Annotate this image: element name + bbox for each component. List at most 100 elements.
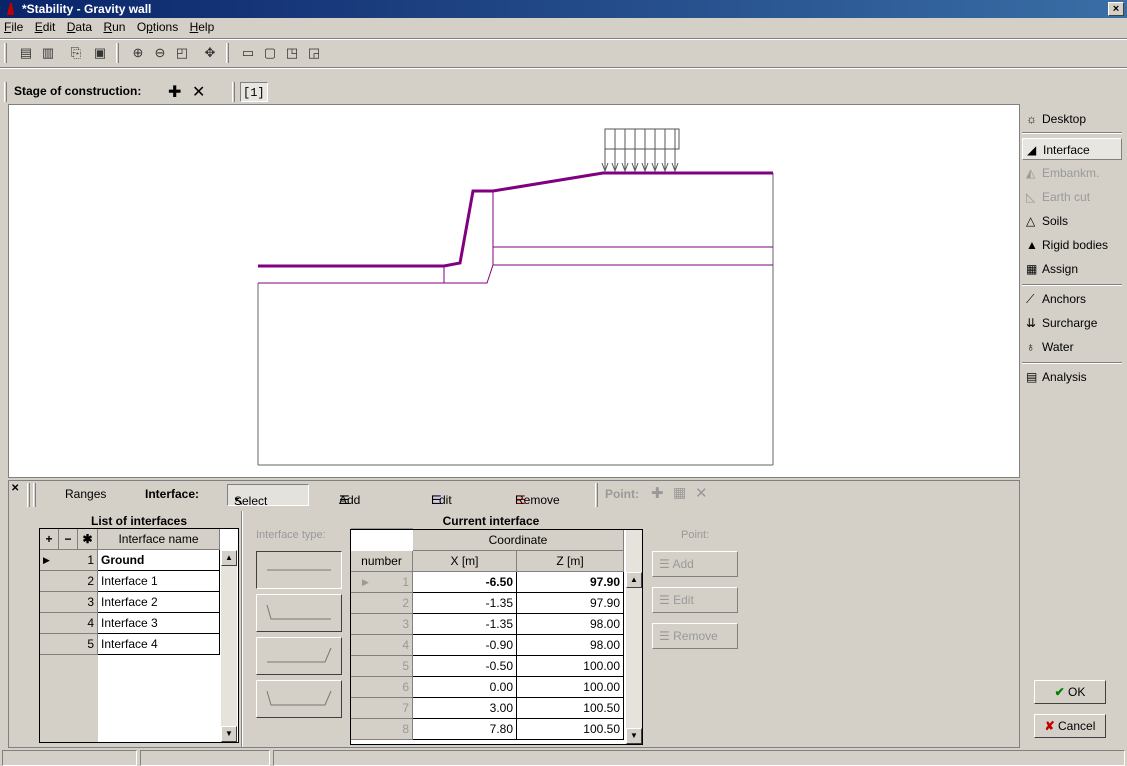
coord-z-cell[interactable]: 98.00	[517, 614, 624, 635]
menu-options[interactable]: Options	[133, 18, 182, 36]
table-row-header[interactable]: 4	[40, 613, 98, 634]
zoom-prev-icon[interactable]: ◳	[282, 44, 302, 62]
table-row[interactable]: Interface 3	[98, 613, 220, 634]
pan-icon[interactable]: ✥	[200, 44, 220, 62]
paste-icon[interactable]: ▣	[90, 44, 110, 62]
rp-rigid-bodies[interactable]: ▲ Rigid bodies	[1022, 234, 1122, 256]
scroll-up-icon[interactable]: ▲	[626, 572, 642, 588]
zoom-window-icon[interactable]: ◰	[172, 44, 192, 62]
menu-edit[interactable]: Edit	[31, 18, 60, 36]
delete-row-icon[interactable]: −	[59, 529, 78, 550]
add-button[interactable]: ☰ Add	[333, 484, 360, 507]
table-row-header[interactable]: ▶ 1	[40, 550, 98, 571]
coord-row-header[interactable]: 7	[351, 698, 413, 719]
coord-x-cell[interactable]: 3.00	[413, 698, 517, 719]
close-button[interactable]: ×	[1108, 2, 1124, 16]
remove-button[interactable]: ☰ Remove	[509, 484, 560, 507]
point-edit-icon: ▦	[673, 484, 687, 500]
flat-line-icon	[267, 569, 331, 571]
coord-row-header[interactable]: 2	[351, 593, 413, 614]
scroll-up-icon[interactable]: ▲	[221, 550, 237, 566]
menu-run[interactable]: Run	[99, 18, 129, 36]
coord-row-header[interactable]: 5	[351, 656, 413, 677]
interface-type-step-up[interactable]	[256, 637, 342, 675]
edit-button[interactable]: ☰ Edit	[425, 484, 452, 507]
coord-x-cell[interactable]: -0.50	[413, 656, 517, 677]
zoom-next-icon[interactable]: ◲	[304, 44, 324, 62]
menu-data[interactable]: Data	[63, 18, 96, 36]
ranges-tab[interactable]: Ranges	[65, 487, 106, 501]
cancel-button[interactable]: ✘ Cancel	[1034, 714, 1106, 738]
print-view-icon[interactable]: ▥	[38, 44, 58, 62]
coord-z-cell[interactable]: 97.90	[517, 593, 624, 614]
coord-z-cell[interactable]: 97.90	[517, 572, 624, 593]
copy-icon[interactable]: ⎘	[66, 44, 86, 62]
coord-z-cell[interactable]: 100.00	[517, 656, 624, 677]
rp-desktop[interactable]: ☼ Desktop	[1022, 108, 1122, 130]
rp-surcharge[interactable]: ⇊ Surcharge	[1022, 312, 1122, 334]
select-button[interactable]: ↖ Select	[227, 484, 309, 508]
stage-tab-1[interactable]: [1]	[240, 82, 268, 102]
current-row-icon: ▶	[43, 555, 50, 565]
interfaces-scrollbar[interactable]: ▲ ▼	[221, 550, 237, 742]
coordinates-scrollbar[interactable]: ▲ ▼	[626, 530, 642, 744]
menu-help[interactable]: Help	[186, 18, 219, 36]
fit-all-icon[interactable]: ▭	[238, 44, 258, 62]
table-row[interactable]: Interface 2	[98, 592, 220, 613]
rp-water[interactable]: ♁ Water	[1022, 336, 1122, 358]
coord-x-cell[interactable]: -1.35	[413, 614, 517, 635]
add-lines-icon: ☰	[659, 557, 670, 571]
scroll-down-icon[interactable]: ▼	[626, 728, 642, 744]
interface-name-header: Interface name	[98, 529, 220, 550]
rp-interface[interactable]: ◢ Interface	[1022, 138, 1122, 160]
coord-x-cell[interactable]: 7.80	[413, 719, 517, 740]
coord-row-header[interactable]: 3	[351, 614, 413, 635]
table-row[interactable]: Interface 4	[98, 634, 220, 655]
table-row-header[interactable]: 3	[40, 592, 98, 613]
rp-anchors[interactable]: ⟋ Anchors	[1022, 288, 1122, 310]
all-rows-icon[interactable]: ✱	[78, 529, 98, 550]
coord-z-cell[interactable]: 100.50	[517, 719, 624, 740]
coord-row-header[interactable]: 6	[351, 677, 413, 698]
coord-row-header[interactable]: ▶ 1	[351, 572, 413, 593]
coord-row-header[interactable]: 4	[351, 635, 413, 656]
coord-z-cell[interactable]: 100.00	[517, 677, 624, 698]
interface-type-step-down[interactable]	[256, 594, 342, 632]
menu-file[interactable]: File	[0, 18, 27, 36]
coord-x-cell[interactable]: -1.35	[413, 593, 517, 614]
add-row-icon[interactable]: +	[40, 529, 59, 550]
rp-analysis[interactable]: ▤ Analysis	[1022, 366, 1122, 388]
scroll-down-icon[interactable]: ▼	[221, 726, 237, 742]
coord-row-header[interactable]: 8	[351, 719, 413, 740]
coord-x-cell[interactable]: -0.90	[413, 635, 517, 656]
analysis-icon: ▤	[1026, 370, 1038, 384]
rp-assign[interactable]: ▦ Assign	[1022, 258, 1122, 280]
copy-view-icon[interactable]: ▤	[16, 44, 36, 62]
interface-type-flat[interactable]	[256, 551, 342, 589]
step-up-icon	[267, 647, 332, 663]
table-row-header[interactable]: 5	[40, 634, 98, 655]
close-panel-icon[interactable]: ✕	[11, 483, 19, 494]
add-stage-icon[interactable]: ✚	[168, 82, 181, 102]
point-edit-button: ☰ Edit	[652, 587, 738, 613]
table-row[interactable]: Interface 1	[98, 571, 220, 592]
coord-x-cell[interactable]: -6.50	[413, 572, 517, 593]
table-row[interactable]: Ground	[98, 550, 220, 571]
drawing-canvas[interactable]	[8, 104, 1020, 478]
table-row-header[interactable]: 2	[40, 571, 98, 592]
rp-soils[interactable]: △ Soils	[1022, 210, 1122, 232]
remove-stage-icon[interactable]: ✕	[192, 82, 205, 102]
stage-label: Stage of construction:	[14, 84, 142, 98]
interface-type-label: Interface type:	[256, 529, 326, 541]
number-header: number	[351, 551, 413, 572]
coord-x-cell[interactable]: 0.00	[413, 677, 517, 698]
coord-z-cell[interactable]: 98.00	[517, 635, 624, 656]
zoom-in-icon[interactable]: ⊕	[128, 44, 148, 62]
ok-button[interactable]: ✔ OK	[1034, 680, 1106, 704]
interface-type-trench[interactable]	[256, 680, 342, 718]
fit-region-icon[interactable]: ▢	[260, 44, 280, 62]
coord-z-cell[interactable]: 100.50	[517, 698, 624, 719]
current-interface-title: Current interface	[442, 514, 540, 528]
surcharge-icon: ⇊	[1026, 316, 1037, 330]
zoom-out-icon[interactable]: ⊖	[150, 44, 170, 62]
